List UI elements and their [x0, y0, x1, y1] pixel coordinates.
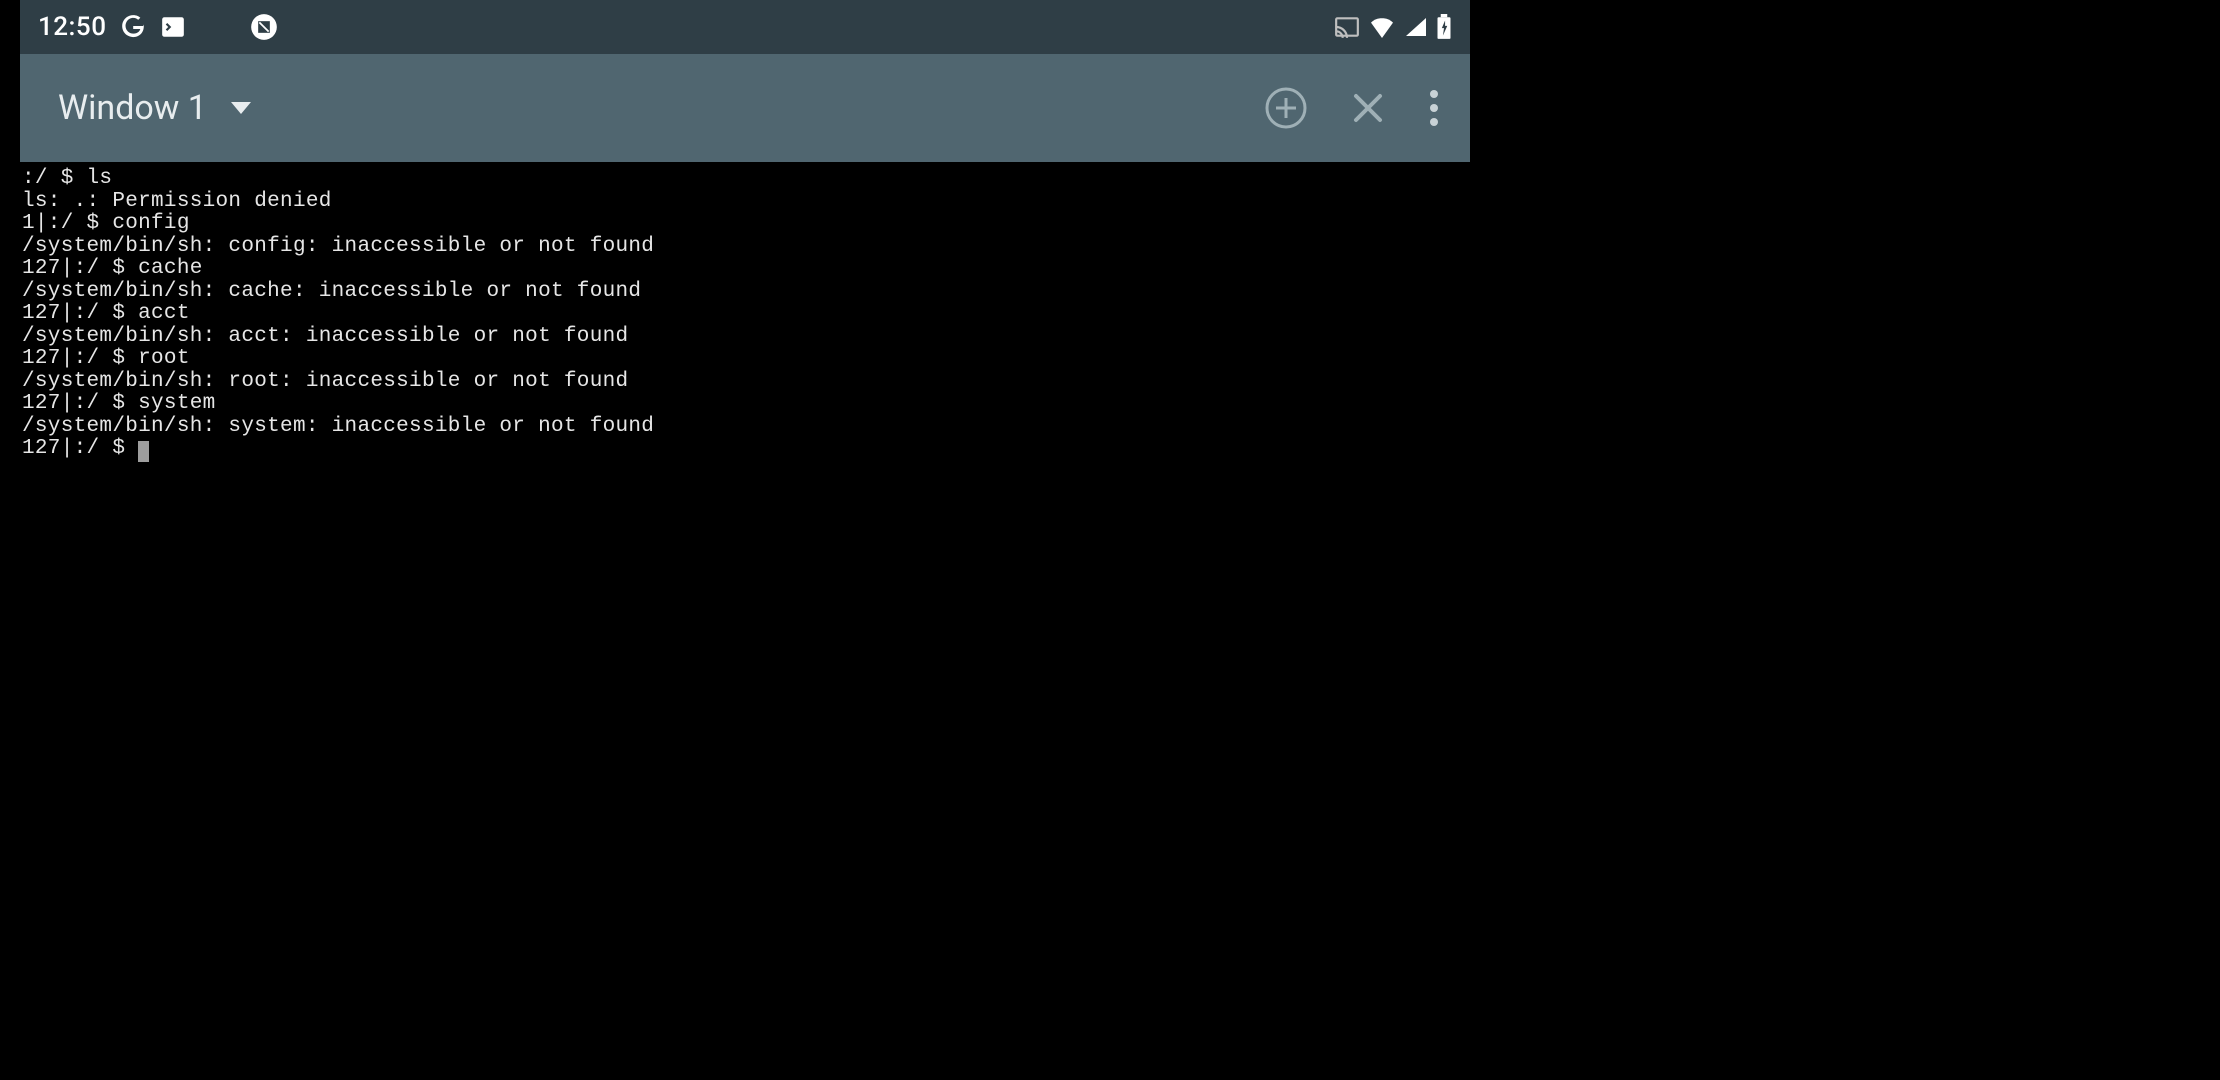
- terminal-line: 127|:/ $ system: [22, 392, 216, 415]
- battery-charging-icon: [1436, 14, 1452, 40]
- terminal-cursor: [138, 441, 149, 462]
- terminal-notification-icon: [160, 14, 186, 40]
- terminal-line: /system/bin/sh: system: inaccessible or …: [22, 415, 654, 438]
- terminal-line: /system/bin/sh: acct: inaccessible or no…: [22, 325, 628, 348]
- cast-icon: [1334, 16, 1360, 38]
- status-right: [1334, 14, 1452, 40]
- status-time: 12:50: [38, 12, 106, 42]
- signal-icon: [1404, 16, 1428, 38]
- terminal-line: ls: .: Permission denied: [22, 190, 332, 213]
- chevron-down-icon: [231, 102, 251, 114]
- terminal-line: 127|:/ $ root: [22, 347, 190, 370]
- terminal-line: :/ $ ls: [22, 167, 112, 190]
- terminal-line: /system/bin/sh: config: inaccessible or …: [22, 235, 654, 258]
- terminal-line: 1|:/ $ config: [22, 212, 190, 235]
- window-title: Window 1: [58, 88, 207, 128]
- status-left: 12:50: [38, 12, 278, 42]
- add-window-button[interactable]: [1264, 86, 1308, 130]
- google-icon: [120, 14, 146, 40]
- terminal-output[interactable]: :/ $ ls ls: .: Permission denied 1|:/ $ …: [20, 162, 1470, 467]
- window-selector-dropdown[interactable]: Window 1: [58, 88, 251, 128]
- screenshot-notification-icon: [250, 13, 278, 41]
- terminal-line: /system/bin/sh: cache: inaccessible or n…: [22, 280, 641, 303]
- status-bar: 12:50: [20, 0, 1470, 54]
- terminal-line: 127|:/ $ cache: [22, 257, 203, 280]
- terminal-line: 127|:/ $ acct: [22, 302, 190, 325]
- close-button[interactable]: [1348, 88, 1388, 128]
- terminal-prompt: 127|:/ $: [22, 437, 138, 460]
- more-options-button[interactable]: [1428, 88, 1440, 128]
- terminal-line: /system/bin/sh: root: inaccessible or no…: [22, 370, 628, 393]
- app-bar-actions: [1264, 86, 1440, 130]
- device-frame: 12:50: [20, 0, 1470, 1080]
- app-bar: Window 1: [20, 54, 1470, 162]
- wifi-icon: [1368, 16, 1396, 38]
